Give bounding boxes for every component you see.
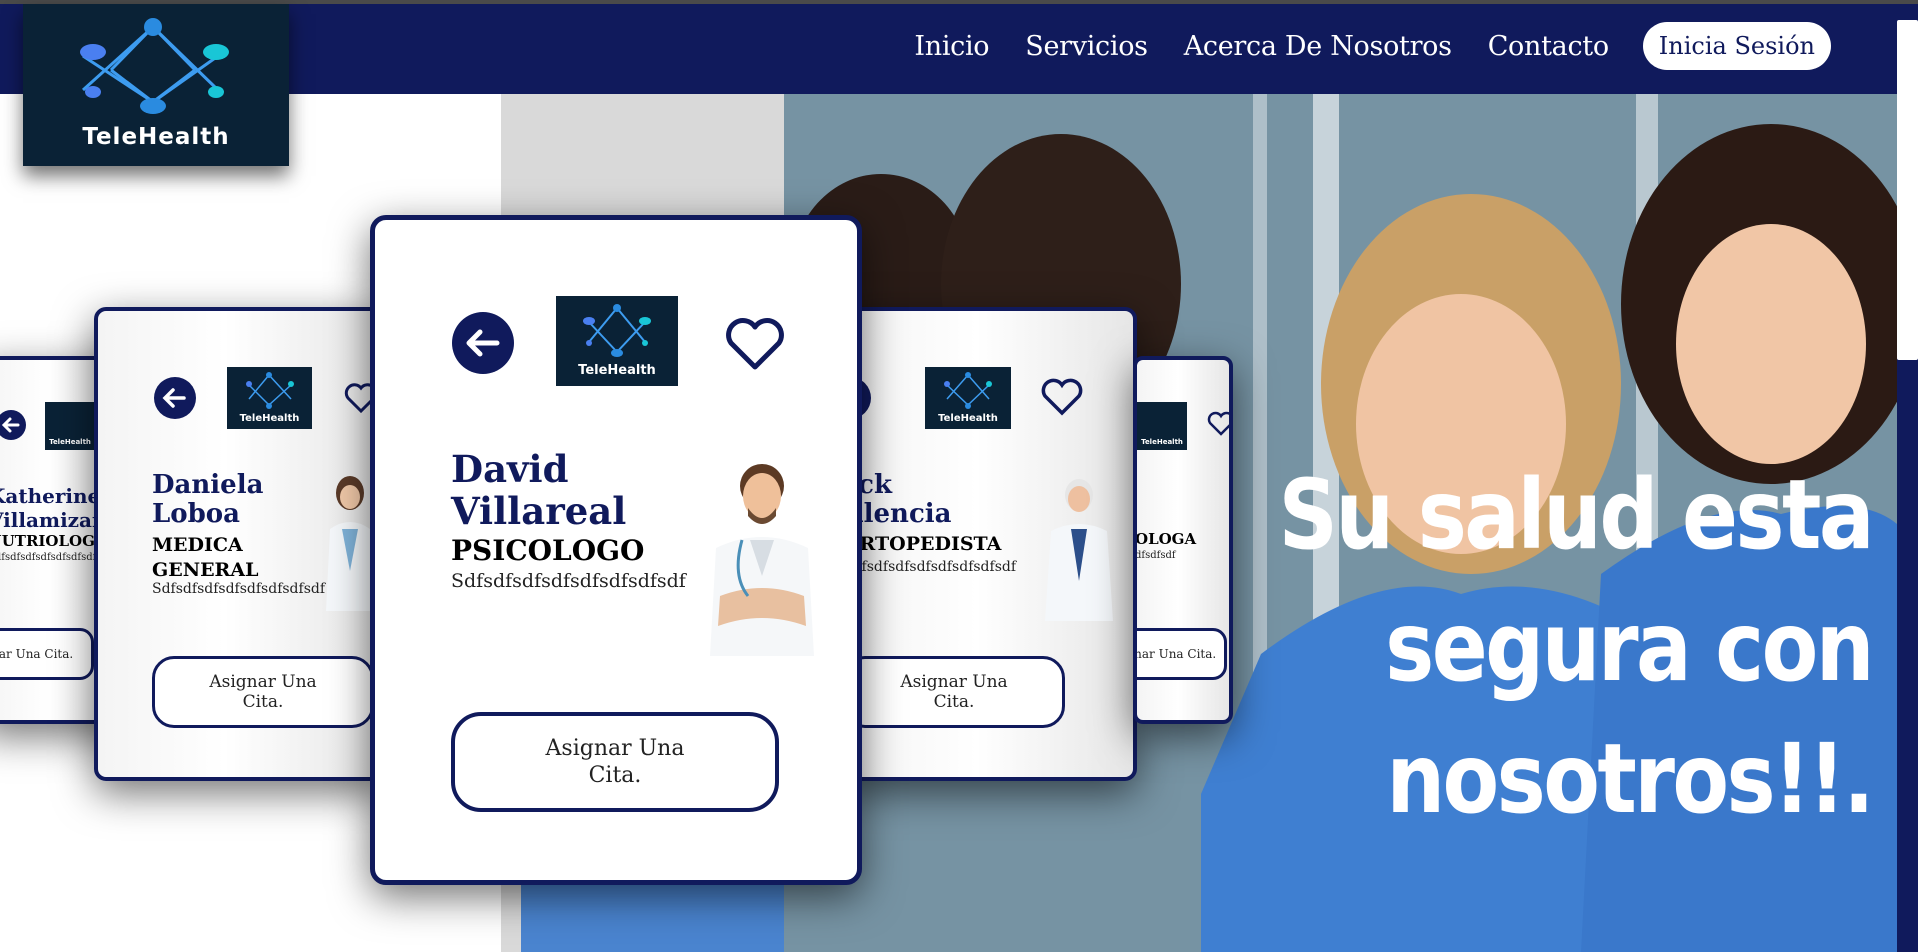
login-button[interactable]: Inicia Sesión — [1642, 22, 1831, 70]
back-arrow-icon[interactable] — [452, 312, 514, 374]
card-logo: TeleHealth — [925, 367, 1011, 429]
back-arrow-icon[interactable] — [154, 377, 196, 419]
hero-headline: Su salud esta segura con nosotros!!. — [1270, 449, 1874, 845]
doctor-specialty: PSICOLOGO — [451, 534, 645, 567]
network-logo-icon — [246, 372, 294, 409]
card-logo-text: TeleHealth — [239, 413, 300, 424]
doctor-photo — [710, 464, 814, 656]
doctor-card-right: TeleHealth OLOGA dfsdfsdf Asignar Una Ci… — [1133, 356, 1233, 724]
doctor-name: KatherineVillamizar — [0, 484, 103, 532]
hero-line-3: nosotros!!. — [1386, 723, 1874, 835]
card-logo-text: TeleHealth — [1141, 438, 1183, 446]
card-logo: TeleHealth — [1137, 402, 1187, 450]
card-logo: TeleHealth — [227, 367, 312, 429]
assign-appointment-button[interactable]: Asignar Una Cita. — [451, 712, 779, 812]
card-logo-text: TeleHealth — [578, 363, 656, 378]
doctor-description: dfsdfsdf — [1135, 550, 1176, 561]
doctor-card-daniela: TeleHealth Daniela Loboa MEDICA GENERAL Sd… — [94, 307, 384, 781]
brand-logo[interactable]: TeleHealth — [23, 4, 289, 166]
doctor-specialty: NUTRIOLOGA — [0, 532, 107, 550]
assign-appointment-button[interactable]: Asignar Una Cita. — [849, 656, 1065, 728]
heart-icon[interactable] — [1207, 410, 1233, 438]
nav-link-inicio[interactable]: Inicio — [914, 31, 989, 62]
doctor-description: Sdfsdfsdfsdfsdfsdfsdfsdf — [845, 559, 1017, 575]
assign-appointment-button[interactable]: Asignar Una Cita. — [1137, 628, 1227, 680]
doctor-specialty: MEDICA GENERAL — [152, 534, 259, 581]
heart-icon[interactable] — [1040, 377, 1084, 417]
assign-appointment-button[interactable]: Asignar Una Cita. — [152, 656, 374, 728]
heart-icon[interactable] — [724, 316, 786, 372]
scrollbar-thumb[interactable] — [1897, 20, 1918, 360]
hero-line-1: Su salud esta — [1278, 459, 1874, 571]
card-logo: TeleHealth — [45, 402, 95, 450]
card-logo: TeleHealth — [556, 296, 678, 386]
doctor-card-jack: TeleHealth JackValencia ORTOPEDISTA Sdfs… — [845, 307, 1137, 781]
doctor-name: David Villareal — [451, 447, 627, 533]
nav-link-acerca[interactable]: Acerca De Nosotros — [1184, 31, 1452, 62]
network-logo-icon — [944, 372, 992, 409]
network-logo-icon — [583, 304, 651, 357]
nav-links: Inicio Servicios Acerca De Nosotros Cont… — [914, 22, 1831, 70]
card-logo-text: TeleHealth — [49, 438, 91, 446]
nav-link-servicios[interactable]: Servicios — [1025, 31, 1148, 62]
doctor-photo — [1045, 479, 1113, 621]
back-arrow-icon[interactable] — [0, 410, 26, 440]
brand-name: TeleHealth — [82, 124, 230, 150]
doctor-card-david: TeleHealth David Villareal PSICOLOGO Sdfs… — [370, 215, 862, 885]
doctor-specialty: OLOGA — [1135, 530, 1197, 548]
doctor-specialty: ORTOPEDISTA — [845, 533, 1002, 555]
doctor-description: Sdfsdfsdfsdfsdfsdfsdfsdf — [152, 581, 326, 597]
assign-appointment-button[interactable]: Asignar Una Cita. — [0, 628, 94, 680]
card-logo-text: TeleHealth — [938, 413, 998, 424]
doctor-description: Sdfsdfsdfsdfsdfsdfsdfsdf — [451, 570, 686, 592]
network-logo-icon — [80, 18, 229, 114]
doctor-name: Daniela Loboa — [152, 470, 264, 529]
hero-line-2: segura con — [1385, 591, 1874, 703]
nav-link-contacto[interactable]: Contacto — [1488, 31, 1609, 62]
